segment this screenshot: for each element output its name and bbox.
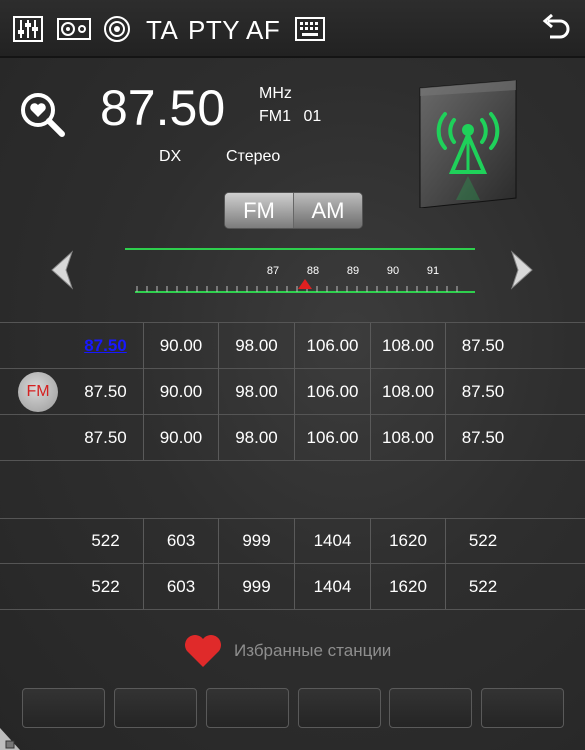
preset-cell[interactable]: 87.50: [445, 323, 520, 369]
favorite-slot-5[interactable]: [389, 688, 472, 728]
dx-indicator: DX: [159, 148, 182, 165]
preset-cell[interactable]: 98.00: [218, 323, 294, 369]
preset-cell[interactable]: 98.00: [218, 415, 294, 461]
scale-label-88: 88: [306, 265, 320, 277]
preset-cell[interactable]: 98.00: [218, 369, 294, 415]
preset-cell[interactable]: 999: [218, 518, 294, 564]
preset-cell[interactable]: 87.50: [445, 369, 520, 415]
frequency-scale[interactable]: 87 88 89 90 91: [125, 243, 475, 298]
preset-row: 87.50 90.00 98.00 106.00 108.00 87.50: [0, 323, 585, 369]
divider: [0, 460, 585, 461]
top-toolbar: TA PTY AF: [0, 0, 585, 58]
preset-cell[interactable]: 90.00: [143, 323, 218, 369]
preset-cell[interactable]: 1620: [370, 564, 445, 610]
band-toggle: FM AM: [224, 192, 363, 229]
preset-cell-active[interactable]: 87.50: [68, 323, 143, 369]
ta-button[interactable]: TA: [146, 12, 178, 48]
preset-cell[interactable]: 108.00: [370, 415, 445, 461]
back-icon[interactable]: [540, 11, 572, 47]
equalizer-icon[interactable]: [13, 11, 43, 47]
scale-label-91: 91: [426, 265, 440, 277]
am-band-button[interactable]: AM: [294, 193, 362, 228]
radio-tower-logo: [418, 79, 518, 209]
preset-row: 522 603 999 1404 1620 522: [0, 518, 585, 564]
heart-icon[interactable]: [183, 634, 223, 668]
af-button[interactable]: AF: [246, 12, 280, 48]
preset-cell[interactable]: 106.00: [294, 323, 370, 369]
scale-label-87: 87: [266, 265, 280, 277]
favorite-slot-4[interactable]: [298, 688, 381, 728]
preset-cell[interactable]: 90.00: [143, 415, 218, 461]
preset-cell[interactable]: 1404: [294, 564, 370, 610]
scale-label-90: 90: [386, 265, 400, 277]
favorite-slot-1[interactable]: [22, 688, 105, 728]
preset-cell[interactable]: 603: [143, 564, 218, 610]
preset-cell[interactable]: 522: [445, 518, 520, 564]
corner-resize-icon: [0, 728, 20, 750]
seek-down-arrow-icon[interactable]: [46, 250, 76, 290]
pty-button[interactable]: PTY: [188, 12, 240, 48]
preset-cell[interactable]: 999: [218, 564, 294, 610]
preset-cell[interactable]: 1620: [370, 518, 445, 564]
preset-row: 522 603 999 1404 1620 522: [0, 564, 585, 610]
preset-cell[interactable]: 603: [143, 518, 218, 564]
search-favorite-icon[interactable]: [18, 90, 66, 138]
preset-cell[interactable]: 87.50: [445, 415, 520, 461]
preset-row: 87.50 90.00 98.00 106.00 108.00 87.50: [0, 415, 585, 461]
preset-cell[interactable]: 108.00: [370, 369, 445, 415]
fm-band-button[interactable]: FM: [225, 193, 294, 228]
preset-cell[interactable]: 87.50: [68, 415, 143, 461]
frequency-unit: MHz: [259, 85, 292, 102]
keyboard-icon[interactable]: [295, 11, 325, 47]
scale-label-89: 89: [346, 265, 360, 277]
seek-up-arrow-icon[interactable]: [508, 250, 538, 290]
favorite-slot-2[interactable]: [114, 688, 197, 728]
preset-cell[interactable]: 522: [445, 564, 520, 610]
stereo-indicator: Стерео: [226, 148, 281, 165]
preset-cell[interactable]: 106.00: [294, 369, 370, 415]
preset-cell[interactable]: 522: [68, 564, 143, 610]
preset-cell[interactable]: 106.00: [294, 415, 370, 461]
band-channel: FM1 01: [259, 108, 322, 125]
preset-cell[interactable]: 90.00: [143, 369, 218, 415]
frequency-marker-icon[interactable]: [298, 279, 312, 289]
preset-cell[interactable]: 522: [68, 518, 143, 564]
preset-cell[interactable]: 108.00: [370, 323, 445, 369]
preset-cell[interactable]: 87.50: [68, 369, 143, 415]
favorite-slot-3[interactable]: [206, 688, 289, 728]
preset-cell[interactable]: 1404: [294, 518, 370, 564]
favorite-slot-6[interactable]: [481, 688, 564, 728]
preset-row: 87.50 90.00 98.00 106.00 108.00 87.50: [0, 369, 585, 415]
scan-icon[interactable]: [103, 11, 131, 47]
frequency-display: 87.50: [100, 80, 226, 136]
favorites-label: Избранные станции: [234, 641, 392, 660]
speaker-icon[interactable]: [57, 11, 91, 47]
radio-app: TA PTY AF 87.50 MHz FM1 01 DX Стерео FM …: [0, 0, 585, 750]
divider: [0, 609, 585, 610]
